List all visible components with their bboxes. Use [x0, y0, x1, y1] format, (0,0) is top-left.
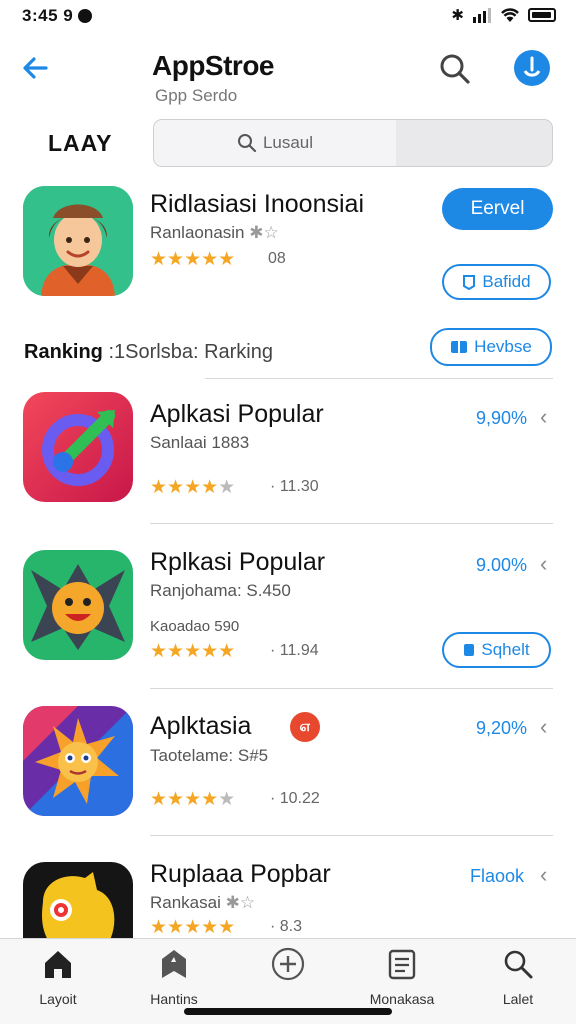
- app-action-button[interactable]: Sqhelt: [442, 632, 551, 668]
- app-subtitle: Rankasai ✱☆: [150, 893, 256, 912]
- tab-list[interactable]: Monakasa: [352, 947, 452, 1007]
- bluetooth-icon: ✱: [451, 7, 464, 24]
- ranking-subtitle: :1Sorlsba: Rarking: [108, 341, 273, 363]
- add-icon: [271, 947, 305, 981]
- app-action-button-label: Sqhelt: [481, 640, 530, 659]
- app-icon[interactable]: [23, 392, 133, 502]
- app-percent: Flaook: [470, 866, 525, 886]
- back-arrow-icon[interactable]: [20, 52, 60, 88]
- status-icons: ✱: [451, 6, 556, 24]
- signal-icon: [473, 8, 491, 23]
- app-icon[interactable]: [23, 550, 133, 660]
- home-icon: [45, 951, 71, 978]
- search-field-inner[interactable]: Lusaul: [154, 120, 396, 166]
- app-rating-stars: ★★★★★: [150, 477, 236, 498]
- app-title[interactable]: Ruplaaa Popbar: [150, 860, 331, 889]
- divider: [205, 378, 553, 379]
- page-title: AppStroe: [152, 50, 275, 81]
- ranking-title: Ranking: [24, 341, 103, 363]
- tab-add[interactable]: [238, 947, 338, 991]
- badge-icon: ௭: [290, 712, 320, 742]
- divider: [150, 523, 553, 524]
- app-subtitle: Sanlaai 1883: [150, 433, 250, 452]
- ranking-header: Ranking :1Sorlsba: Rarking: [24, 341, 273, 364]
- app-percent: 9,90%: [476, 408, 528, 428]
- featured-app-title[interactable]: Ridlasiasi Inoonsiai: [150, 190, 364, 219]
- tab-search[interactable]: Lalet: [468, 947, 568, 1007]
- chevron-icon[interactable]: ‹: [540, 404, 547, 430]
- wifi-icon: [501, 8, 519, 22]
- app-percent: 9.00%: [476, 555, 528, 575]
- tab-label: Lalet: [502, 991, 534, 1007]
- home-indicator[interactable]: [184, 1008, 392, 1015]
- app-percent: 9,20%: [476, 718, 528, 738]
- featured-app-icon[interactable]: [23, 186, 133, 296]
- featured-rating-count: 08: [268, 250, 286, 267]
- app-rating-stars: ★★★★★: [150, 789, 236, 810]
- featured-secondary-button-label: Bafidd: [482, 272, 531, 291]
- app-rating-count: · 11.30: [270, 478, 319, 495]
- featured-primary-button[interactable]: Eervel: [442, 188, 553, 230]
- section-label: LAAY: [48, 130, 113, 156]
- app-icon[interactable]: [23, 862, 133, 938]
- search-icon[interactable]: [438, 52, 474, 88]
- chevron-icon[interactable]: ‹: [540, 714, 547, 740]
- divider: [150, 835, 553, 836]
- featured-rating-stars: ★★★★★: [150, 249, 236, 270]
- ranking-browse-button[interactable]: Hevbse: [430, 328, 552, 366]
- bookmark-icon: [464, 644, 475, 656]
- tab-label: Hantins: [150, 991, 198, 1007]
- search-input[interactable]: Lusaul: [153, 119, 553, 167]
- search-icon: [504, 950, 533, 979]
- app-icon[interactable]: [23, 706, 133, 816]
- book-icon: [451, 341, 468, 353]
- divider: [150, 688, 553, 689]
- tab-label: Monakasa: [369, 991, 435, 1007]
- tab-label: Layoit: [39, 991, 77, 1007]
- app-subtitle: Taotelame: S#5: [150, 746, 269, 765]
- search-icon: [237, 134, 257, 153]
- app-rating-stars: ★★★★★: [150, 917, 236, 938]
- status-bar: 3:45 9 ✱: [0, 0, 576, 34]
- featured-app-subtitle: Ranlaonasin ✱☆: [150, 223, 279, 242]
- bookmark-icon: [162, 950, 186, 978]
- app-title[interactable]: Aplktasia: [150, 712, 251, 741]
- app-rating-count: · 11.94: [270, 642, 319, 659]
- chevron-icon[interactable]: ‹: [540, 862, 547, 888]
- tag-icon: [463, 275, 476, 290]
- account-icon[interactable]: [514, 50, 550, 86]
- battery-icon: [528, 8, 556, 22]
- app-title[interactable]: Rplkasi Popular: [150, 548, 325, 577]
- app-rating-count: · 10.22: [270, 790, 320, 807]
- list-icon: [388, 949, 416, 980]
- chevron-icon[interactable]: ‹: [540, 551, 547, 577]
- status-time: 3:45 9: [22, 6, 93, 26]
- app-subtitle: Ranjohama: S.450: [150, 581, 291, 600]
- app-title[interactable]: Aplkasi Popular: [150, 400, 324, 429]
- ranking-browse-label: Hevbse: [474, 337, 532, 356]
- tab-home[interactable]: Layoit: [8, 947, 108, 1007]
- featured-secondary-button[interactable]: Bafidd: [442, 264, 551, 300]
- app-rating-stars: ★★★★★: [150, 641, 236, 662]
- search-placeholder: Lusaul: [262, 133, 314, 152]
- tab-bookmarks[interactable]: Hantins: [124, 947, 224, 1007]
- app-rating-count: · 8.3: [270, 918, 303, 935]
- app-extra-info: Kaoadao 590: [150, 618, 240, 635]
- page-subtitle: Gpp Serdo: [155, 86, 238, 105]
